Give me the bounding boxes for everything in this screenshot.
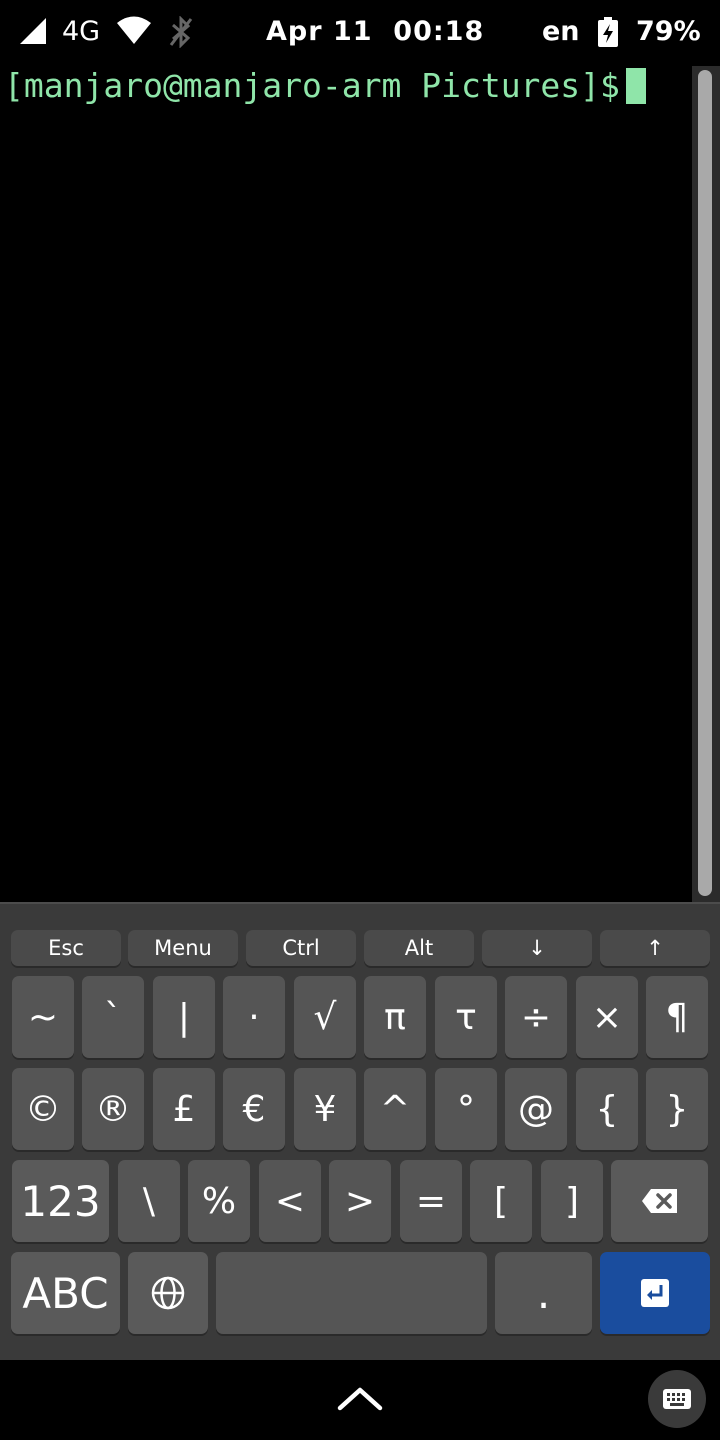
right-bracket-key[interactable]: ]: [541, 1160, 603, 1242]
pipe-key[interactable]: |: [153, 976, 215, 1058]
tau-label: τ: [455, 996, 477, 1038]
arrow-down-label: ↓: [528, 936, 546, 960]
arrow-up-key[interactable]: ↑: [600, 930, 710, 966]
backslash-label: \: [142, 1180, 156, 1222]
middle-dot-key[interactable]: ·: [223, 976, 285, 1058]
ctrl-key-label: Ctrl: [282, 936, 320, 960]
backspace-icon: [641, 1189, 677, 1213]
at-label: @: [518, 1088, 554, 1130]
wifi-icon: [117, 16, 151, 44]
backspace-key[interactable]: [611, 1160, 708, 1242]
equals-key[interactable]: =: [400, 1160, 462, 1242]
battery-charging-icon: [598, 17, 618, 47]
euro-label: €: [242, 1088, 266, 1130]
sqrt-key[interactable]: √: [294, 976, 356, 1058]
period-label: .: [536, 1268, 551, 1318]
left-bracket-key[interactable]: [: [470, 1160, 532, 1242]
alt-key-label: Alt: [404, 936, 434, 960]
terminal-scrollbar[interactable]: [692, 66, 720, 902]
keyboard-language: en: [542, 16, 580, 47]
right-bracket-label: ]: [564, 1180, 580, 1222]
divide-key[interactable]: ÷: [505, 976, 567, 1058]
equals-label: =: [415, 1180, 447, 1222]
ctrl-key[interactable]: Ctrl: [246, 930, 356, 966]
battery-level: 79%: [636, 16, 701, 47]
pi-label: π: [384, 996, 406, 1038]
enter-icon: [641, 1279, 669, 1307]
at-key[interactable]: @: [505, 1068, 567, 1150]
backtick-label: `: [104, 996, 122, 1038]
percent-label: %: [201, 1180, 237, 1222]
multiply-label: ×: [591, 996, 623, 1038]
datetime: Apr 11 00:18: [266, 16, 485, 47]
menu-key-label: Menu: [154, 936, 212, 960]
divide-label: ÷: [520, 996, 552, 1038]
right-brace-key[interactable]: }: [646, 1068, 708, 1150]
greater-than-key[interactable]: >: [329, 1160, 391, 1242]
sqrt-label: √: [313, 996, 337, 1038]
terminal-prompt: [manjaro@manjaro-arm Pictures]$: [4, 66, 646, 106]
tilde-label: ~: [27, 996, 59, 1038]
multiply-key[interactable]: ×: [576, 976, 638, 1058]
euro-key[interactable]: €: [223, 1068, 285, 1150]
registered-label: ®: [95, 1088, 131, 1130]
terminal-view[interactable]: [manjaro@manjaro-arm Pictures]$: [0, 64, 720, 902]
period-key[interactable]: .: [495, 1252, 592, 1334]
scrollbar-thumb[interactable]: [698, 70, 712, 896]
enter-key[interactable]: [600, 1252, 710, 1334]
menu-key[interactable]: Menu: [128, 930, 238, 966]
esc-key[interactable]: Esc: [11, 930, 121, 966]
percent-key[interactable]: %: [188, 1160, 250, 1242]
arrow-down-key[interactable]: ↓: [482, 930, 592, 966]
right-brace-label: }: [665, 1088, 689, 1130]
yen-label: ¥: [313, 1088, 337, 1130]
esc-key-label: Esc: [48, 936, 84, 960]
terminal-cursor: [625, 68, 646, 104]
pound-key[interactable]: £: [153, 1068, 215, 1150]
left-bracket-label: [: [493, 1180, 509, 1222]
signal-icon: [20, 18, 46, 44]
tau-key[interactable]: τ: [435, 976, 497, 1058]
on-screen-keyboard: Esc Menu Ctrl Alt ↓ ↑ ~ ` | · √ π τ ÷ × …: [0, 902, 720, 1360]
registered-key[interactable]: ®: [82, 1068, 144, 1150]
keyboard-icon: [663, 1389, 691, 1409]
network-type: 4G: [62, 16, 101, 47]
yen-key[interactable]: ¥: [294, 1068, 356, 1150]
left-brace-key[interactable]: {: [576, 1068, 638, 1150]
bluetooth-icon: [169, 16, 193, 48]
less-than-label: <: [274, 1180, 306, 1222]
numbers-mode-key[interactable]: 123: [12, 1160, 109, 1242]
pilcrow-key[interactable]: ¶: [646, 976, 708, 1058]
backtick-key[interactable]: `: [82, 976, 144, 1058]
copyright-label: ©: [25, 1088, 61, 1130]
prompt-text: [manjaro@manjaro-arm Pictures]$: [4, 66, 620, 105]
abc-mode-label: ABC: [22, 1268, 109, 1318]
pound-label: £: [172, 1088, 196, 1130]
caret-key[interactable]: ^: [364, 1068, 426, 1150]
keyboard-toggle-button[interactable]: [648, 1370, 706, 1428]
language-switch-key[interactable]: [128, 1252, 208, 1334]
bottom-bar: [0, 1360, 720, 1440]
pi-key[interactable]: π: [364, 976, 426, 1058]
alt-key[interactable]: Alt: [364, 930, 474, 966]
degree-label: °: [457, 1088, 475, 1130]
middle-dot-label: ·: [248, 996, 260, 1038]
arrow-up-label: ↑: [646, 936, 664, 960]
abc-mode-key[interactable]: ABC: [11, 1252, 120, 1334]
tilde-key[interactable]: ~: [12, 976, 74, 1058]
degree-key[interactable]: °: [435, 1068, 497, 1150]
copyright-key[interactable]: ©: [12, 1068, 74, 1150]
backslash-key[interactable]: \: [118, 1160, 180, 1242]
status-bar: 4G Apr 11 00:18 en 79%: [0, 0, 720, 64]
numbers-mode-label: 123: [20, 1176, 101, 1226]
caret-label: ^: [379, 1088, 411, 1130]
left-brace-label: {: [595, 1088, 619, 1130]
greater-than-label: >: [344, 1180, 376, 1222]
chevron-up-icon[interactable]: [336, 1382, 384, 1414]
globe-icon: [151, 1276, 185, 1310]
pilcrow-label: ¶: [665, 996, 689, 1038]
less-than-key[interactable]: <: [259, 1160, 321, 1242]
pipe-label: |: [177, 996, 191, 1038]
space-key[interactable]: [216, 1252, 487, 1334]
